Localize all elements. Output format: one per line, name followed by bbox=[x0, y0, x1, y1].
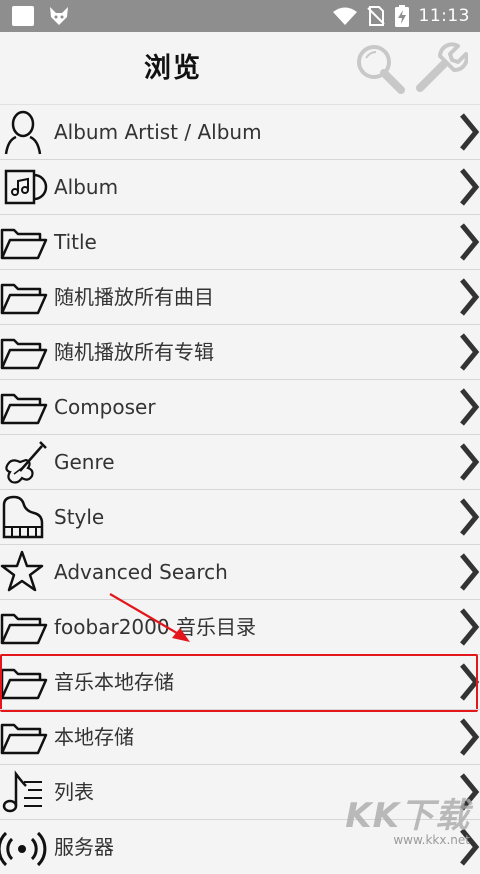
person-icon bbox=[4, 110, 42, 155]
list-item-foobar-library[interactable]: foobar2000 音乐目录 bbox=[0, 599, 480, 654]
piano-icon bbox=[2, 495, 44, 539]
playlist-icon bbox=[2, 770, 42, 813]
folder-icon bbox=[0, 283, 48, 315]
browse-list: Album Artist / Album Album Title 随机播放所有曲… bbox=[0, 104, 480, 874]
broadcast-icon bbox=[0, 831, 47, 867]
list-item-shuffle-tracks[interactable]: 随机播放所有曲目 bbox=[0, 269, 480, 324]
notification-square-icon bbox=[12, 6, 34, 26]
chevron-right-icon bbox=[460, 608, 480, 646]
chevron-right-icon bbox=[460, 168, 480, 206]
watermark-logo: KK下载 bbox=[345, 796, 470, 836]
chevron-right-icon bbox=[460, 333, 480, 371]
folder-icon bbox=[0, 723, 48, 755]
list-item-label: Genre bbox=[54, 450, 115, 474]
folder-icon bbox=[0, 613, 48, 645]
status-bar: 11:13 bbox=[0, 0, 480, 32]
list-item-local-storage[interactable]: 本地存储 bbox=[0, 709, 480, 764]
list-item-label: Album bbox=[54, 175, 119, 199]
list-item-label: 列表 bbox=[54, 780, 94, 804]
header: 浏览 bbox=[0, 32, 480, 104]
list-item-label: Style bbox=[54, 505, 105, 529]
album-icon bbox=[4, 169, 48, 205]
chevron-right-icon bbox=[460, 113, 480, 151]
folder-icon bbox=[0, 393, 48, 425]
violin-icon bbox=[5, 441, 47, 484]
chevron-right-icon bbox=[460, 223, 480, 261]
list-item-label: Album Artist / Album bbox=[54, 120, 262, 144]
list-item-album-artist[interactable]: Album Artist / Album bbox=[0, 104, 480, 159]
chevron-right-icon bbox=[460, 498, 480, 536]
page-title: 浏览 bbox=[144, 53, 202, 84]
watermark: KK下载 www.kkx.net bbox=[345, 799, 470, 847]
folder-icon bbox=[0, 338, 48, 370]
search-button[interactable] bbox=[352, 40, 408, 96]
list-item-shuffle-albums[interactable]: 随机播放所有专辑 bbox=[0, 324, 480, 379]
list-item-label: Composer bbox=[54, 395, 156, 419]
chevron-right-icon bbox=[460, 663, 480, 701]
wrench-icon bbox=[416, 42, 469, 92]
folder-icon bbox=[0, 228, 48, 260]
chevron-right-icon bbox=[460, 388, 480, 426]
search-icon bbox=[357, 45, 405, 94]
annotation-arrow-icon bbox=[109, 593, 190, 642]
folder-icon bbox=[0, 668, 48, 700]
wifi-icon bbox=[332, 7, 357, 25]
list-item-label: 本地存储 bbox=[54, 725, 134, 749]
list-item-style[interactable]: Style bbox=[0, 489, 480, 544]
list-item-label: 随机播放所有专辑 bbox=[54, 340, 214, 364]
list-item-label: Title bbox=[54, 230, 97, 254]
list-item-music-local-storage[interactable]: 音乐本地存储 bbox=[0, 654, 480, 712]
list-item-composer[interactable]: Composer bbox=[0, 379, 480, 434]
battery-charging-icon bbox=[394, 5, 409, 27]
no-sim-icon bbox=[366, 6, 385, 26]
list-item-label: 音乐本地存储 bbox=[54, 670, 174, 694]
chevron-right-icon bbox=[460, 553, 480, 591]
list-item-label: 随机播放所有曲目 bbox=[54, 285, 214, 309]
list-item-album[interactable]: Album bbox=[0, 159, 480, 214]
settings-button[interactable] bbox=[412, 40, 469, 96]
chevron-right-icon bbox=[460, 278, 480, 316]
list-item-title[interactable]: Title bbox=[0, 214, 480, 269]
list-item-genre[interactable]: Genre bbox=[0, 434, 480, 489]
star-icon bbox=[0, 550, 44, 592]
chevron-right-icon bbox=[460, 718, 480, 756]
status-time: 11:13 bbox=[418, 6, 470, 26]
chevron-right-icon bbox=[460, 443, 480, 481]
app-fox-icon bbox=[50, 7, 68, 25]
list-item-label: 服务器 bbox=[54, 835, 114, 859]
list-item-advanced-search[interactable]: Advanced Search bbox=[0, 544, 480, 599]
